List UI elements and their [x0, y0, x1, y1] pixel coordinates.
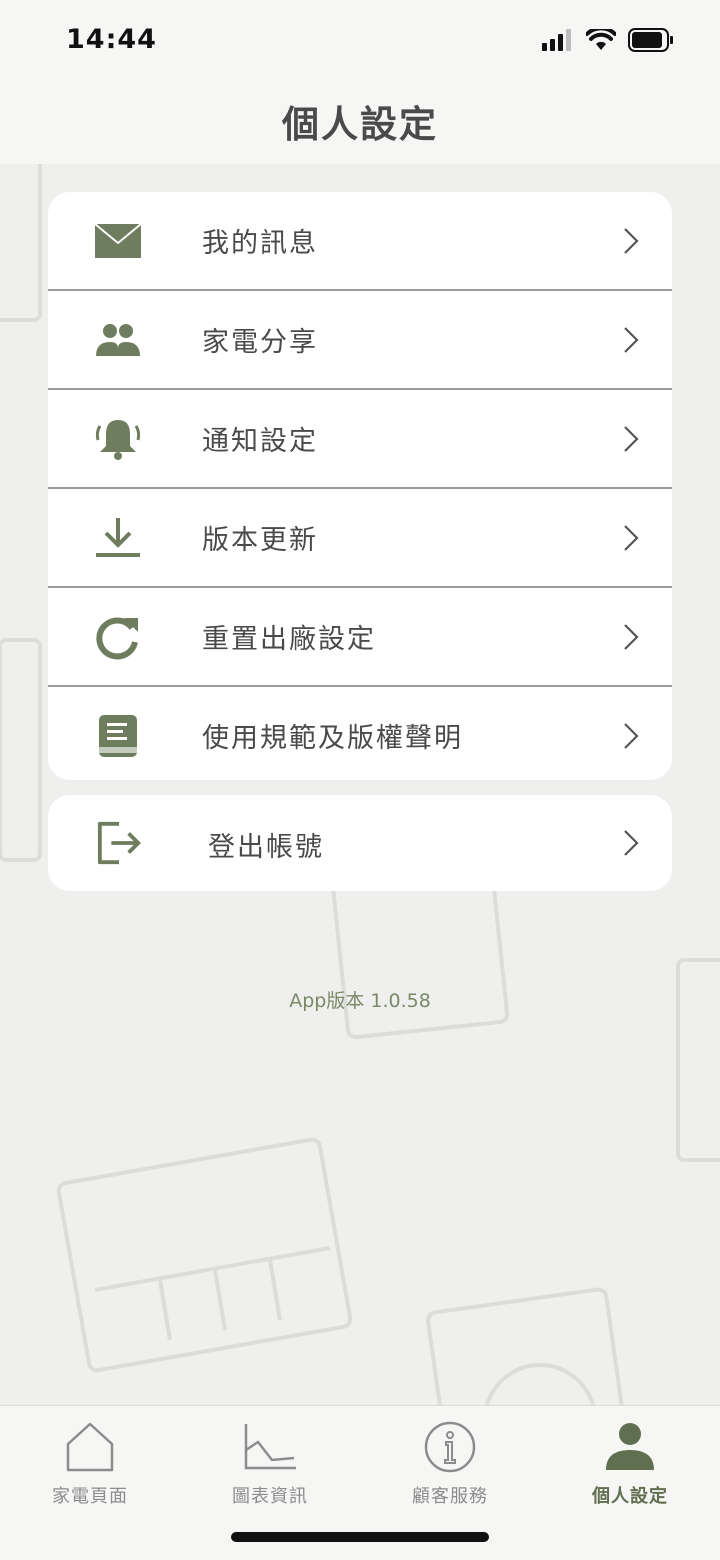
logout-label: 登出帳號 — [208, 832, 324, 863]
info-icon — [424, 1421, 476, 1473]
tab-appliances[interactable]: 家電頁面 — [0, 1420, 180, 1510]
page-title: 個人設定 — [282, 103, 438, 146]
battery-icon — [628, 28, 673, 52]
chevron-right-icon — [624, 830, 639, 856]
chevron-right-icon — [624, 425, 639, 452]
tab-label: 個人設定 — [592, 1486, 668, 1507]
menu-item-appliance-sharing[interactable]: 家電分享 — [48, 291, 672, 390]
person-icon — [606, 1423, 654, 1470]
status-icons — [542, 28, 674, 52]
menu-item-notification-settings[interactable]: 通知設定 — [48, 390, 672, 489]
status-time: 14:44 — [66, 24, 157, 55]
settings-menu-card: 我的訊息 家電分享 通知設定 版本更新 重置出廠設定 使用規範及版權聲明 — [48, 192, 672, 780]
users-icon — [94, 316, 142, 364]
chevron-right-icon — [624, 524, 639, 551]
bell-icon — [94, 415, 142, 463]
home-icon — [66, 1422, 114, 1472]
menu-item-label: 我的訊息 — [202, 228, 318, 259]
logout-card: 登出帳號 — [48, 795, 672, 891]
app-version-text: App版本 1.0.58 — [289, 990, 431, 1012]
page-header: 個人設定 — [0, 80, 720, 164]
wifi-icon — [586, 29, 616, 50]
menu-item-label: 版本更新 — [202, 525, 318, 556]
download-icon — [94, 514, 142, 562]
menu-item-label: 通知設定 — [202, 426, 318, 457]
refresh-icon — [94, 613, 142, 661]
book-icon — [94, 712, 142, 760]
menu-item-version-update[interactable]: 版本更新 — [48, 489, 672, 588]
logout-button[interactable]: 登出帳號 — [48, 795, 672, 891]
logout-icon — [96, 819, 144, 867]
tab-label: 家電頁面 — [52, 1486, 128, 1507]
tab-label: 圖表資訊 — [232, 1486, 308, 1507]
tab-customer-service[interactable]: 顧客服務 — [360, 1420, 540, 1510]
chevron-right-icon — [624, 326, 639, 353]
menu-item-label: 重置出廠設定 — [202, 624, 376, 655]
status-bar: 14:44 — [0, 0, 720, 80]
chart-icon — [244, 1424, 296, 1470]
home-indicator — [231, 1532, 489, 1542]
chevron-right-icon — [624, 623, 639, 650]
tab-label: 顧客服務 — [412, 1486, 488, 1507]
menu-item-label: 家電分享 — [202, 327, 318, 358]
menu-item-terms-copyright[interactable]: 使用規範及版權聲明 — [48, 687, 672, 780]
chevron-right-icon — [624, 722, 639, 749]
tab-charts[interactable]: 圖表資訊 — [180, 1420, 360, 1510]
cellular-signal-icon — [542, 29, 571, 51]
tab-personal-settings[interactable]: 個人設定 — [540, 1420, 720, 1510]
chevron-right-icon — [624, 227, 639, 254]
menu-item-factory-reset[interactable]: 重置出廠設定 — [48, 588, 672, 687]
menu-item-label: 使用規範及版權聲明 — [202, 723, 463, 754]
menu-item-my-messages[interactable]: 我的訊息 — [48, 192, 672, 291]
envelope-icon — [94, 217, 142, 265]
